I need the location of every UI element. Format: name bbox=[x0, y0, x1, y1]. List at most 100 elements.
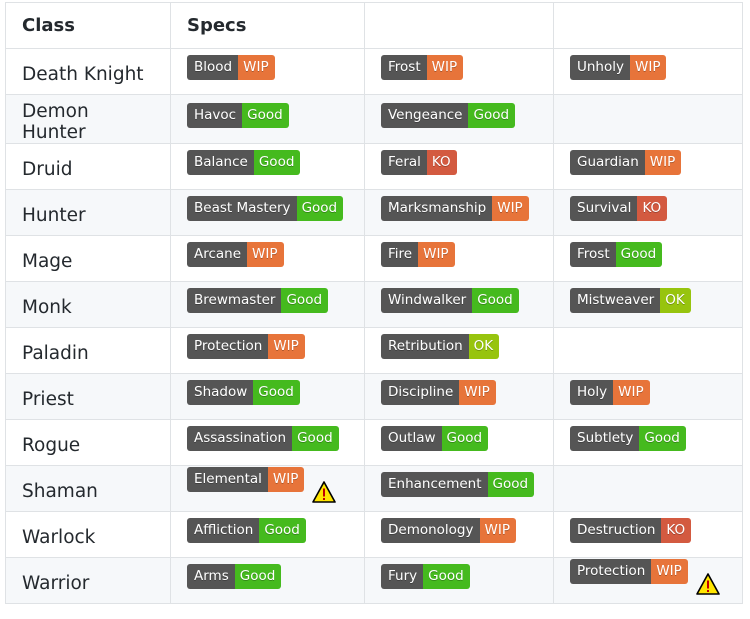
spec-status-label: Good bbox=[281, 288, 329, 313]
spec-cell: Windwalker Good bbox=[364, 281, 554, 328]
spec-status: Discipline WIP bbox=[381, 380, 496, 405]
table-row: Demon Hunter Havoc Good Vengeance Good bbox=[5, 94, 743, 144]
status-badge: Retribution OK bbox=[381, 334, 500, 359]
status-badge: Blood WIP bbox=[187, 55, 275, 80]
class-name: Priest bbox=[5, 373, 171, 420]
spec-cell: Subtlety Good bbox=[553, 419, 743, 466]
spec-name: Unholy bbox=[570, 55, 630, 80]
status-badge: Protection WIP bbox=[187, 334, 305, 359]
status-badge: Mistweaver OK bbox=[570, 288, 691, 313]
spec-name: Holy bbox=[570, 380, 614, 405]
spec-name: Demonology bbox=[381, 518, 480, 543]
status-badge: Guardian WIP bbox=[570, 150, 682, 175]
spec-cell: Shadow Good bbox=[170, 373, 365, 420]
spec-status-label: Good bbox=[639, 426, 686, 451]
spec-status: Affliction Good bbox=[187, 518, 306, 543]
status-badge: Enhancement Good bbox=[381, 472, 535, 497]
status-badge: Havoc Good bbox=[187, 102, 289, 128]
spec-name: Protection bbox=[570, 558, 652, 584]
spec-name: Brewmaster bbox=[187, 288, 282, 313]
spec-status: Blood WIP bbox=[187, 55, 275, 80]
spec-status-label: Good bbox=[472, 288, 519, 313]
spec-status-label: WIP bbox=[651, 558, 688, 584]
class-name: Monk bbox=[5, 281, 171, 328]
spec-status: Marksmanship WIP bbox=[381, 196, 529, 221]
spec-cell: Vengeance Good bbox=[364, 94, 554, 144]
spec-cell: Fury Good bbox=[364, 557, 554, 604]
spec-name: Vengeance bbox=[381, 102, 469, 128]
table-row: Rogue Assassination Good Outlaw Good Subtlety… bbox=[5, 419, 743, 466]
status-badge: Elemental WIP bbox=[187, 466, 305, 492]
class-name: Warlock bbox=[5, 511, 171, 558]
spec-name: Retribution bbox=[381, 334, 469, 359]
spec-status: Subtlety Good bbox=[570, 426, 686, 451]
status-badge: Arms Good bbox=[187, 564, 282, 589]
status-badge: Holy WIP bbox=[570, 380, 650, 405]
class-name: Warrior bbox=[5, 557, 171, 604]
spec-name: Feral bbox=[381, 150, 427, 175]
spec-status-label: OK bbox=[468, 334, 500, 359]
spec-status: Balance Good bbox=[187, 150, 301, 175]
spec-name: Protection bbox=[187, 334, 269, 359]
spec-status: Vengeance Good bbox=[381, 102, 516, 128]
spec-name: Subtlety bbox=[570, 426, 640, 451]
status-badge: Frost Good bbox=[570, 242, 663, 267]
status-badge: Windwalker Good bbox=[381, 288, 519, 313]
spec-status: Brewmaster Good bbox=[187, 288, 329, 313]
table-row: Monk Brewmaster Good Windwalker Good Mistweav… bbox=[5, 281, 743, 328]
spec-cell: Survival KO bbox=[553, 189, 743, 236]
status-badge: Survival KO bbox=[570, 196, 668, 221]
class-name: Death Knight bbox=[5, 48, 171, 95]
spec-status: Havoc Good bbox=[187, 102, 289, 128]
spec-status-label: WIP bbox=[238, 55, 275, 80]
spec-status-label: Good bbox=[441, 426, 489, 451]
status-badge: Vengeance Good bbox=[381, 102, 516, 128]
status-badge: Destruction KO bbox=[570, 518, 692, 543]
spec-status: Demonology WIP bbox=[381, 518, 516, 543]
spec-status-label: Good bbox=[468, 102, 516, 128]
spec-name: Discipline bbox=[381, 380, 460, 405]
spec-cell: Arms Good bbox=[170, 557, 365, 604]
table-row: Druid Balance Good Feral KO Guardian WIP bbox=[5, 143, 743, 190]
spec-status-label: WIP bbox=[459, 380, 496, 405]
table-row: Mage Arcane WIP Fire WIP Frost Good bbox=[5, 235, 743, 282]
spec-name: Fire bbox=[381, 242, 419, 267]
spec-status-label: Good bbox=[292, 426, 339, 451]
spec-name: Frost bbox=[381, 55, 427, 80]
status-badge: Feral KO bbox=[381, 150, 457, 175]
spec-name: Arcane bbox=[187, 242, 248, 267]
status-badge: Shadow Good bbox=[187, 380, 300, 405]
table-row: Warrior Arms Good Fury Good Protection WIP bbox=[5, 557, 743, 604]
status-badge: Demonology WIP bbox=[381, 518, 516, 543]
spec-status: Protection WIP bbox=[187, 334, 305, 359]
status-badge: Affliction Good bbox=[187, 518, 306, 543]
spec-status: Shadow Good bbox=[187, 380, 300, 405]
spec-status: Frost Good bbox=[570, 242, 663, 267]
header-specs: Specs bbox=[170, 2, 365, 49]
spec-status-label: Good bbox=[234, 564, 282, 589]
spec-name: Affliction bbox=[187, 518, 260, 543]
spec-cell: Holy WIP bbox=[553, 373, 743, 420]
spec-status-label: Good bbox=[423, 564, 470, 589]
spec-name: Windwalker bbox=[381, 288, 473, 313]
spec-status: Arcane WIP bbox=[187, 242, 284, 267]
spec-cell bbox=[553, 94, 743, 144]
warning-icon bbox=[695, 572, 720, 595]
spec-cell: Mistweaver OK bbox=[553, 281, 743, 328]
spec-status-label: WIP bbox=[418, 242, 455, 267]
spec-status: Fury Good bbox=[381, 564, 470, 589]
status-badge: Unholy WIP bbox=[570, 55, 667, 80]
spec-status: Beast Mastery Good bbox=[187, 196, 344, 221]
spec-cell bbox=[553, 327, 743, 374]
spec-status-label: Good bbox=[253, 380, 300, 405]
spec-status: Enhancement Good bbox=[381, 472, 535, 497]
spec-status-label: Good bbox=[259, 518, 306, 543]
spec-cell: Assassination Good bbox=[170, 419, 365, 466]
status-badge: Brewmaster Good bbox=[187, 288, 329, 313]
spec-status: Windwalker Good bbox=[381, 288, 519, 313]
spec-name: Shadow bbox=[187, 380, 254, 405]
class-name: Rogue bbox=[5, 419, 171, 466]
status-badge: Beast Mastery Good bbox=[187, 196, 344, 221]
spec-cell: Demonology WIP bbox=[364, 511, 554, 558]
warning-icon bbox=[312, 480, 337, 503]
